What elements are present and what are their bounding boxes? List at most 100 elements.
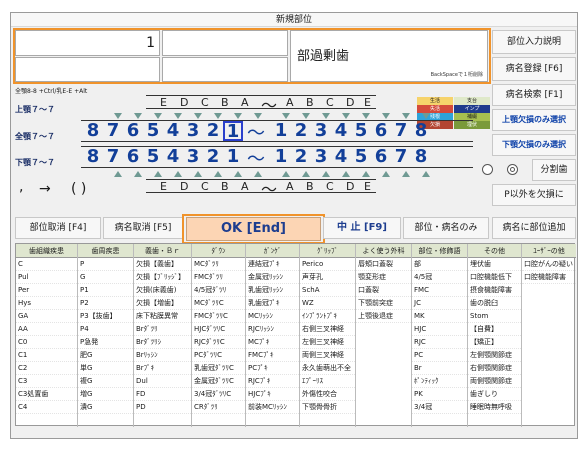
grid-cell[interactable]: 増G — [78, 388, 133, 401]
site-input-help-button[interactable]: 部位入力説明 — [492, 30, 576, 54]
grid-cell[interactable]: 欠損【ﾌﾞﾘｯｼﾞ】 — [134, 271, 191, 284]
tooth-lower-right-6[interactable]: 6 — [371, 147, 391, 167]
grid-cell[interactable]: 連結冠ﾌﾟｷ — [246, 258, 299, 271]
tooth-lower-B-right[interactable]: B — [306, 180, 314, 193]
grid-cell[interactable]: AA — [16, 323, 77, 336]
grid-cell[interactable]: PCﾀﾞﾂﾘC — [192, 349, 245, 362]
tooth-upper-D-right[interactable]: D — [346, 96, 354, 109]
tooth-input-field-4[interactable] — [162, 57, 288, 82]
grid-header[interactable]: ｸﾞﾘｯﾌﾞ — [300, 244, 355, 258]
tooth-lower-right-5[interactable]: 5 — [351, 147, 371, 167]
grid-cell[interactable]: Dul — [134, 375, 191, 388]
register-disease-button[interactable]: 病名登録 [F6] — [492, 57, 576, 81]
grid-cell[interactable]: C2 — [16, 362, 77, 375]
grid-cell[interactable]: HJCﾌﾟｷ — [246, 388, 299, 401]
tooth-lower-right-1[interactable]: 1 — [271, 147, 291, 167]
upper-jaw-select[interactable]: 上顎７〜７ — [15, 104, 55, 115]
grid-cell[interactable]: C4 — [16, 401, 77, 414]
grid-cell[interactable]: RJCﾘｯｼﾝ — [246, 323, 299, 336]
tooth-lower-E[interactable]: E — [160, 180, 167, 193]
tooth-upper-D[interactable]: D — [180, 96, 188, 109]
tooth-upper-right-1[interactable]: 1 — [271, 121, 291, 141]
arrow-symbol-button[interactable]: → — [39, 181, 51, 197]
grid-cell[interactable]: PC — [412, 349, 467, 362]
grid-cell[interactable]: P3【抜歯】 — [78, 310, 133, 323]
grid-cell[interactable]: 乳歯冠ﾌﾟｷ — [246, 297, 299, 310]
grid-cell[interactable]: 【矯正】 — [468, 336, 521, 349]
tooth-upper-left-2[interactable]: 2 — [203, 121, 223, 141]
grid-cell[interactable]: C1 — [16, 349, 77, 362]
tooth-upper-E-right[interactable]: E — [364, 96, 371, 109]
ok-button[interactable]: OK [End] — [186, 217, 321, 241]
grid-cell[interactable]: Brﾀﾞﾂﾘｼ — [134, 336, 191, 349]
grid-cell[interactable]: ｲﾝﾌﾟﾗﾝﾄﾌﾟｷ — [300, 310, 355, 323]
grid-cell[interactable]: FMC — [412, 284, 467, 297]
tooth-upper-B-right[interactable]: B — [306, 96, 314, 109]
grid-cell[interactable]: 口蓋裂 — [356, 284, 411, 297]
tooth-input-field[interactable]: 1 — [15, 30, 160, 56]
grid-cell[interactable]: FMCﾀﾞﾂﾘC — [192, 310, 245, 323]
grid-cell[interactable]: 3/4冠ﾀﾞﾂﾘC — [192, 388, 245, 401]
grid-cell[interactable]: 単G — [78, 362, 133, 375]
grid-cell[interactable]: 金属冠ﾀﾞﾂﾘC — [192, 375, 245, 388]
grid-cell[interactable]: MCﾀﾞﾂﾘC — [192, 297, 245, 310]
tooth-upper-C-right[interactable]: C — [326, 96, 334, 109]
tooth-upper-E[interactable]: E — [160, 96, 167, 109]
tooth-upper-B[interactable]: B — [221, 96, 229, 109]
grid-header[interactable]: 歯周疾患 — [78, 244, 133, 258]
grid-cell[interactable]: Stom — [468, 310, 521, 323]
tooth-lower-D[interactable]: D — [180, 180, 188, 193]
site-disease-only-button[interactable]: 部位・病名のみ — [403, 217, 489, 239]
grid-header[interactable]: その他 — [468, 244, 521, 258]
grid-cell[interactable]: P急発 — [78, 336, 133, 349]
grid-header[interactable]: 部位・修飾語 — [412, 244, 467, 258]
grid-cell[interactable]: 左側三叉神経 — [300, 336, 355, 349]
grid-cell[interactable]: 左側顎関節症 — [468, 349, 521, 362]
grid-cell[interactable]: 部 — [412, 258, 467, 271]
radio-option-2[interactable] — [507, 164, 518, 175]
grid-cell[interactable]: WZ — [300, 297, 355, 310]
tooth-lower-left-7[interactable]: 7 — [103, 147, 123, 167]
tooth-upper-C[interactable]: C — [201, 96, 209, 109]
grid-cell[interactable]: Brﾀﾞﾂﾘ — [134, 323, 191, 336]
grid-header[interactable]: よく使う外科 — [356, 244, 411, 258]
grid-cell[interactable]: PCﾌﾟｷ — [246, 362, 299, 375]
grid-header[interactable]: ﾕｰｻﾞｰの他 — [522, 244, 576, 258]
tooth-upper-left-3[interactable]: 3 — [183, 121, 203, 141]
search-disease-button[interactable]: 病名検索 [F1] — [492, 84, 576, 106]
grid-cell[interactable]: HJCﾀﾞﾂﾘC — [192, 323, 245, 336]
grid-cell[interactable]: Br — [412, 362, 467, 375]
tooth-lower-B[interactable]: B — [221, 180, 229, 193]
tooth-lower-left-5[interactable]: 5 — [143, 147, 163, 167]
grid-cell[interactable]: P2 — [78, 297, 133, 310]
tooth-upper-A[interactable]: A — [241, 96, 249, 109]
grid-cell[interactable]: ﾎﾟﾝﾃｨｯｸ — [412, 375, 467, 388]
tooth-upper-right-2[interactable]: 2 — [291, 121, 311, 141]
radio-option-1[interactable] — [482, 164, 493, 175]
grid-cell[interactable]: Perico — [300, 258, 355, 271]
grid-cell[interactable]: 睡眠時無呼吸 — [468, 401, 521, 414]
tooth-upper-left-6[interactable]: 6 — [123, 121, 143, 141]
grid-cell[interactable]: 3/4冠 — [412, 401, 467, 414]
grid-cell[interactable]: 乳歯冠ﾀﾞﾂﾘC — [192, 362, 245, 375]
grid-cell[interactable]: 4/5冠ﾀﾞﾂﾘ — [192, 284, 245, 297]
grid-cell[interactable]: 右側三叉神経 — [300, 323, 355, 336]
grid-cell[interactable]: 複G — [78, 375, 133, 388]
grid-cell[interactable]: MCﾌﾟｷ — [246, 336, 299, 349]
grid-cell[interactable]: PK — [412, 388, 467, 401]
tooth-upper-right-6[interactable]: 6 — [371, 121, 391, 141]
grid-cell[interactable]: 4/5冠 — [412, 271, 467, 284]
tooth-lower-left-1[interactable]: 1 — [223, 147, 243, 167]
grid-cell[interactable]: 前装MCﾘｯｼﾝ — [246, 401, 299, 414]
grid-cell[interactable]: 下顎骨骨折 — [300, 401, 355, 414]
grid-cell[interactable]: FMCﾀﾞﾂﾘ — [192, 271, 245, 284]
grid-cell[interactable]: 欠損【義歯】 — [134, 258, 191, 271]
tooth-upper-right-8[interactable]: 8 — [411, 121, 431, 141]
cancel-site-button[interactable]: 部位取消 [F4] — [15, 217, 101, 239]
tooth-upper-left-5[interactable]: 5 — [143, 121, 163, 141]
tooth-lower-right-4[interactable]: 4 — [331, 147, 351, 167]
grid-cell[interactable]: MK — [412, 310, 467, 323]
grid-cell[interactable]: MCﾘｯｼﾝ — [246, 310, 299, 323]
grid-cell[interactable]: 外傷性咬合 — [300, 388, 355, 401]
grid-cell[interactable]: P — [78, 258, 133, 271]
